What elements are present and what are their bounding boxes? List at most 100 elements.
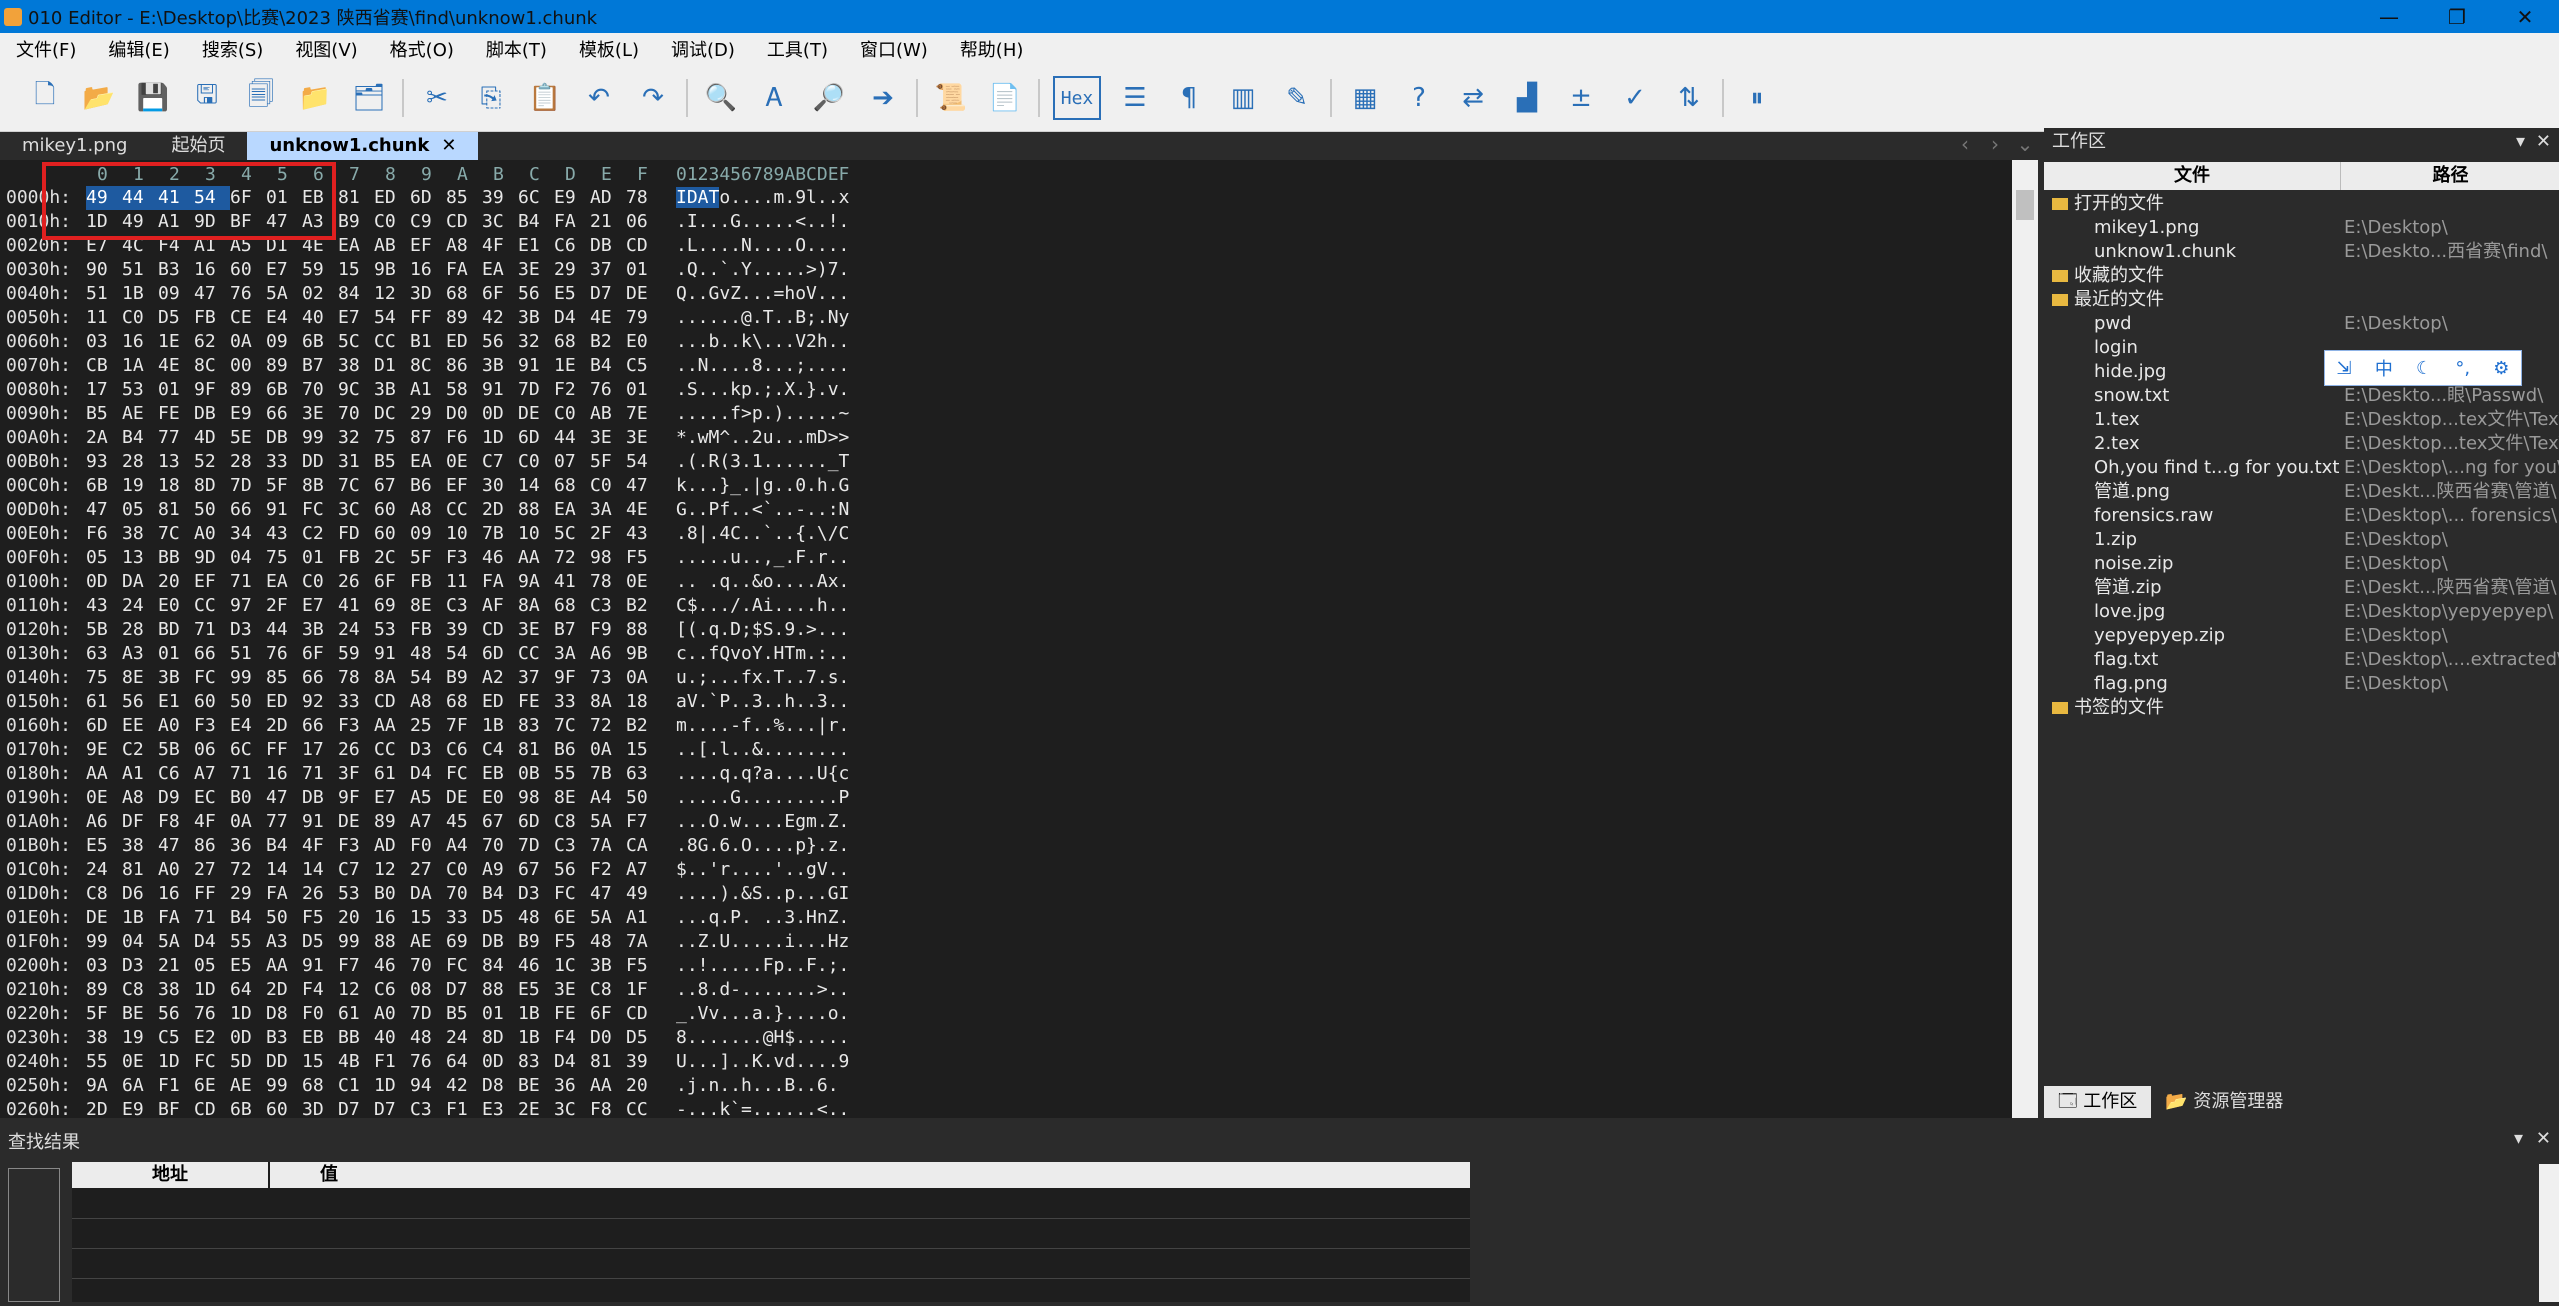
hex-byte[interactable]: A6 — [86, 810, 122, 834]
open-icon[interactable]: 📂 — [79, 78, 119, 118]
hex-byte[interactable]: EA — [482, 258, 518, 282]
hex-byte[interactable]: 76 — [266, 642, 302, 666]
hex-byte[interactable]: F5 — [554, 930, 590, 954]
hex-byte[interactable]: B1 — [410, 330, 446, 354]
hex-byte[interactable]: 48 — [590, 930, 626, 954]
hex-byte[interactable]: 60 — [374, 522, 410, 546]
hex-byte[interactable]: FD — [338, 522, 374, 546]
hex-byte[interactable]: FB — [194, 306, 230, 330]
hex-byte[interactable]: FE — [518, 690, 554, 714]
hex-byte[interactable]: 33 — [446, 906, 482, 930]
row-bytes[interactable]: 03 D3 21 05 E5 AA 91 F7 46 70 FC 84 46 1C 3B F5 — [86, 954, 662, 978]
hex-byte[interactable]: 6D — [518, 426, 554, 450]
hex-byte[interactable]: 51 — [122, 258, 158, 282]
hex-byte[interactable]: 08 — [410, 978, 446, 1002]
hex-byte[interactable]: A3 — [122, 642, 158, 666]
hex-byte[interactable]: 84 — [482, 954, 518, 978]
hex-byte[interactable]: A5 — [230, 234, 266, 258]
hex-byte[interactable]: F1 — [374, 1050, 410, 1074]
hex-byte[interactable]: FE — [554, 1002, 590, 1026]
hex-byte[interactable]: 60 — [194, 690, 230, 714]
hex-byte[interactable]: 47 — [590, 882, 626, 906]
hex-byte[interactable]: 50 — [626, 786, 662, 810]
hex-byte[interactable]: 19 — [122, 1026, 158, 1050]
hex-byte[interactable]: B7 — [302, 354, 338, 378]
hex-byte[interactable]: DE — [338, 810, 374, 834]
hex-byte[interactable]: 1D — [158, 1050, 194, 1074]
hex-byte[interactable]: D6 — [122, 882, 158, 906]
hex-byte[interactable]: E2 — [194, 1026, 230, 1050]
menu-tools[interactable]: 工具(T) — [751, 36, 844, 62]
workspace-folder[interactable]: 书签的文件 — [2044, 696, 2559, 720]
hex-byte[interactable]: 52 — [194, 450, 230, 474]
hex-byte[interactable]: 81 — [158, 498, 194, 522]
hex-byte[interactable]: 48 — [518, 906, 554, 930]
chevron-right-icon[interactable]: › — [1980, 132, 2010, 160]
row-ascii[interactable]: ...O.w....Egm.Z. — [676, 810, 849, 834]
hex-byte[interactable]: AE — [122, 402, 158, 426]
hex-byte[interactable]: 89 — [446, 306, 482, 330]
hex-byte[interactable]: EF — [410, 234, 446, 258]
hex-byte[interactable]: 8D — [482, 1026, 518, 1050]
hex-byte[interactable]: AD — [590, 186, 626, 210]
hex-byte[interactable]: D1 — [374, 354, 410, 378]
hex-byte[interactable]: 49 — [626, 882, 662, 906]
hex-byte[interactable]: 43 — [266, 522, 302, 546]
row-bytes[interactable]: 05 13 BB 9D 04 75 01 FB 2C 5F F3 46 AA 72 98 F5 — [86, 546, 662, 570]
hex-byte[interactable]: F9 — [590, 618, 626, 642]
hex-byte[interactable]: 50 — [194, 498, 230, 522]
hex-byte[interactable]: 50 — [266, 906, 302, 930]
hex-byte[interactable]: E1 — [158, 690, 194, 714]
minimize-button[interactable]: — — [2355, 0, 2423, 33]
hex-byte[interactable]: 8E — [122, 666, 158, 690]
hex-byte[interactable]: 26 — [302, 882, 338, 906]
hex-byte[interactable]: 1D — [482, 426, 518, 450]
hex-byte[interactable]: 56 — [518, 282, 554, 306]
hex-byte[interactable]: D5 — [482, 906, 518, 930]
hex-byte[interactable]: 07 — [554, 450, 590, 474]
hex-byte[interactable]: F4 — [302, 978, 338, 1002]
hex-byte[interactable]: 3B — [590, 954, 626, 978]
hex-byte[interactable]: 70 — [302, 378, 338, 402]
hex-byte[interactable]: 9B — [374, 258, 410, 282]
row-bytes[interactable]: 47 05 81 50 66 91 FC 3C 60 A8 CC 2D 88 EA 3A 4E — [86, 498, 662, 522]
row-bytes[interactable]: 17 53 01 9F 89 6B 70 9C 3B A1 58 91 7D F2 76 01 — [86, 378, 662, 402]
hex-byte[interactable]: AB — [590, 402, 626, 426]
hex-byte[interactable]: 91 — [266, 498, 302, 522]
hex-byte[interactable]: E5 — [230, 954, 266, 978]
workspace-file[interactable]: 管道.zip E:\Deskt...陕西省赛\管道\ — [2044, 576, 2559, 600]
hex-byte[interactable]: 97 — [230, 594, 266, 618]
hex-byte[interactable]: 5C — [338, 330, 374, 354]
hex-byte[interactable]: 29 — [554, 258, 590, 282]
hex-byte[interactable]: 43 — [86, 594, 122, 618]
row-ascii[interactable]: ..Z.U.....i...Hz — [676, 930, 849, 954]
hex-byte[interactable]: 4F — [302, 834, 338, 858]
hex-byte[interactable]: A1 — [158, 210, 194, 234]
hex-byte[interactable]: 88 — [518, 498, 554, 522]
hex-byte[interactable]: 7F — [446, 714, 482, 738]
hex-byte[interactable]: 40 — [302, 306, 338, 330]
hex-byte[interactable]: 21 — [158, 954, 194, 978]
hex-byte[interactable]: BF — [230, 210, 266, 234]
pause-icon[interactable]: ⏸ — [1737, 78, 1777, 118]
menu-file[interactable]: 文件(F) — [0, 36, 92, 62]
hex-mode-button[interactable]: Hex — [1053, 76, 1101, 120]
hex-byte[interactable]: F2 — [554, 378, 590, 402]
hex-byte[interactable]: B4 — [266, 834, 302, 858]
hex-byte[interactable]: 7C — [338, 474, 374, 498]
hex-byte[interactable]: 8D — [194, 474, 230, 498]
hex-byte[interactable]: 53 — [122, 378, 158, 402]
hex-byte[interactable]: 41 — [554, 570, 590, 594]
hex-byte[interactable]: 29 — [410, 402, 446, 426]
hex-byte[interactable]: EF — [194, 570, 230, 594]
tab-unknow1-chunk[interactable]: unknow1.chunk ✕ — [247, 132, 479, 160]
hex-byte[interactable]: 44 — [122, 186, 158, 210]
hex-byte[interactable]: 66 — [194, 642, 230, 666]
menu-search[interactable]: 搜索(S) — [186, 36, 279, 62]
menu-help[interactable]: 帮助(H) — [944, 36, 1040, 62]
row-bytes[interactable]: 90 51 B3 16 60 E7 59 15 9B 16 FA EA 3E 29 37 01 — [86, 258, 662, 282]
row-ascii[interactable]: u.;...fx.T..7.s. — [676, 666, 849, 690]
hex-byte[interactable]: 28 — [122, 618, 158, 642]
row-ascii[interactable]: ......@.T..B;.Ny — [676, 306, 849, 330]
hex-byte[interactable]: A7 — [410, 810, 446, 834]
